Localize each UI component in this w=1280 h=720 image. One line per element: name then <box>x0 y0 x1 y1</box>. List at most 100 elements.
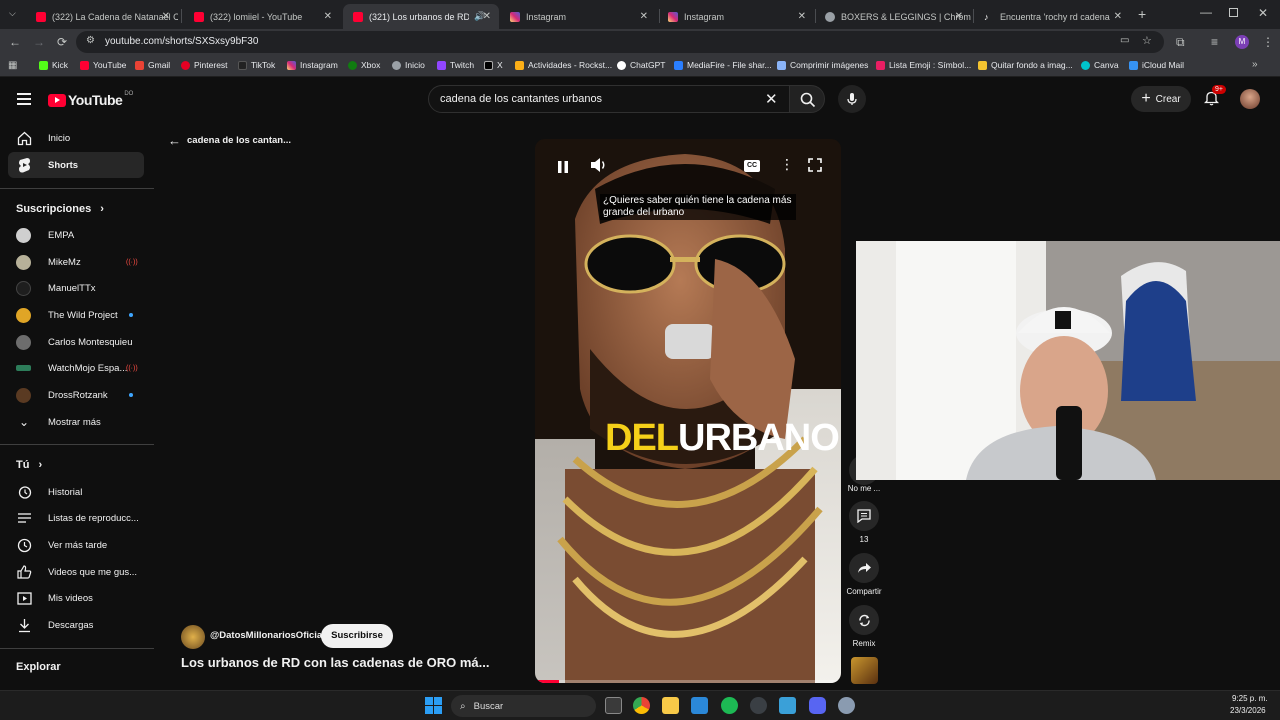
sound-thumbnail[interactable] <box>851 657 878 684</box>
sidebar-item-watch-later[interactable]: Ver más tarde <box>8 532 144 558</box>
bookmark-item[interactable]: YouTube <box>80 60 126 70</box>
bookmark-item[interactable]: Comprimir imágenes <box>777 60 868 70</box>
bookmark-item[interactable]: iCloud Mail <box>1129 60 1184 70</box>
bookmark-item[interactable]: Twitch <box>437 60 474 70</box>
voice-search-button[interactable] <box>838 85 866 113</box>
pause-button[interactable] <box>553 157 573 177</box>
bookmark-item[interactable]: Pinterest <box>181 60 228 70</box>
bookmark-item[interactable]: Lista Emoji : Símbol... <box>876 60 971 70</box>
sidebar-item-my-videos[interactable]: Mis videos <box>8 585 144 611</box>
subscription-item[interactable]: Carlos Montesquieu <box>8 329 144 355</box>
browser-tab[interactable]: (322) lomiiel - YouTube ✕ <box>184 4 340 29</box>
notifications-button[interactable]: 9+ <box>1203 85 1226 110</box>
hamburger-menu-icon[interactable] <box>17 93 31 105</box>
bookmark-item[interactable]: X <box>484 60 503 70</box>
channel-avatar[interactable] <box>181 625 205 649</box>
subscription-item[interactable]: DrossRotzank <box>8 382 144 408</box>
new-tab-button[interactable]: + <box>1138 6 1146 22</box>
clear-search-icon[interactable]: ✕ <box>765 90 778 108</box>
store-icon[interactable] <box>691 697 708 714</box>
settings-icon[interactable] <box>838 697 855 714</box>
subscribe-button[interactable]: Suscribirse <box>321 624 393 648</box>
search-box[interactable]: cadena de los cantantes urbanos ✕ <box>428 85 790 113</box>
bookmark-item[interactable]: MediaFire - File shar... <box>674 60 772 70</box>
tab-search-icon[interactable]: ⌵ <box>9 8 21 20</box>
reload-icon[interactable]: ⟳ <box>57 35 67 49</box>
browser-tab[interactable]: Instagram ✕ <box>500 4 656 29</box>
subscription-item[interactable]: MikeMz ((·)) <box>8 249 144 275</box>
sidebar-item-inicio[interactable]: Inicio <box>8 125 144 151</box>
bookmark-item[interactable]: Quitar fondo a imag... <box>978 60 1073 70</box>
cast-icon[interactable]: ▭ <box>1120 35 1129 46</box>
remix-button[interactable] <box>849 605 879 635</box>
close-icon[interactable]: ✕ <box>798 11 806 22</box>
forward-icon[interactable]: → <box>33 35 45 49</box>
close-icon[interactable]: ✕ <box>640 11 648 22</box>
spotify-icon[interactable] <box>721 697 738 714</box>
bookmark-item[interactable]: Canva <box>1081 60 1119 70</box>
file-explorer-icon[interactable] <box>662 697 679 714</box>
browser-tab-active[interactable]: (321) Los urbanos de RD co 🔊 ✕ <box>343 4 499 29</box>
back-icon[interactable]: ← <box>9 35 21 49</box>
bookmark-item[interactable]: Inicio <box>392 60 425 70</box>
chrome-icon[interactable] <box>633 697 650 714</box>
channel-name[interactable]: @DatosMillonariosOficial <box>210 630 325 641</box>
close-icon[interactable]: ✕ <box>955 11 963 22</box>
subscription-item[interactable]: ManuelTTx <box>8 275 144 301</box>
back-to-search-link[interactable]: ← cadena de los cantan... <box>168 133 291 148</box>
you-heading[interactable]: Tú › <box>16 459 42 471</box>
bookmark-item[interactable]: ChatGPT <box>617 60 665 70</box>
more-options-icon[interactable]: ⋮ <box>780 156 794 173</box>
minimize-button[interactable]: — <box>1200 5 1212 19</box>
share-button[interactable] <box>849 553 879 583</box>
close-icon[interactable]: ✕ <box>483 11 491 22</box>
sidebar-item-liked[interactable]: Videos que me gus... <box>8 559 144 585</box>
close-icon[interactable]: ✕ <box>1114 11 1122 22</box>
account-avatar[interactable] <box>1240 89 1260 109</box>
apps-grid-icon[interactable]: ▦ <box>8 60 17 71</box>
photos-icon[interactable] <box>779 697 796 714</box>
browser-tab[interactable]: BOXERS & LEGGINGS | Chrome ✕ <box>815 4 971 29</box>
close-icon[interactable]: ✕ <box>324 11 332 22</box>
comments-button[interactable] <box>849 501 879 531</box>
taskbar-date[interactable]: 23/3/2026 <box>1230 706 1266 715</box>
subscription-item[interactable]: WatchMojo Espa... ((·)) <box>8 355 144 381</box>
sidebar-item-shorts[interactable]: Shorts <box>8 152 144 178</box>
bookmark-item[interactable]: Gmail <box>135 60 170 70</box>
captions-button[interactable]: CC <box>744 160 760 172</box>
short-video-player[interactable]: CC ⋮ ¿Quieres saber quién tiene la caden… <box>535 139 841 683</box>
sidebar-item-playlists[interactable]: Listas de reproducc... <box>8 505 144 531</box>
site-info-icon[interactable]: ⚙ <box>86 35 95 46</box>
bookmark-item[interactable]: Instagram <box>287 60 338 70</box>
show-more-button[interactable]: ⌄ Mostrar más <box>8 409 144 435</box>
subscription-item[interactable]: The Wild Project <box>8 302 144 328</box>
taskbar-search-box[interactable]: ⌕ Buscar <box>451 695 596 717</box>
sidebar-item-historial[interactable]: Historial <box>8 479 144 505</box>
reading-list-icon[interactable]: ≡ <box>1211 35 1218 49</box>
volume-button[interactable] <box>590 157 608 178</box>
browser-tab[interactable]: (322) La Cadena de Natanael C ✕ <box>26 4 178 29</box>
close-window-button[interactable]: ✕ <box>1258 6 1268 20</box>
video-progress-bar[interactable] <box>535 680 841 683</box>
steam-icon[interactable] <box>750 697 767 714</box>
task-view-icon[interactable] <box>605 697 622 714</box>
bookmark-item[interactable]: Xbox <box>348 60 380 70</box>
bookmark-star-icon[interactable]: ☆ <box>1142 34 1152 47</box>
bookmark-item[interactable]: Actividades - Rockst... <box>515 60 612 70</box>
short-title[interactable]: Los urbanos de RD con las cadenas de ORO… <box>181 655 489 670</box>
bookmark-item[interactable]: TikTok <box>238 60 275 70</box>
start-icon[interactable] <box>425 697 442 714</box>
bookmark-item[interactable]: Kick <box>39 60 68 70</box>
create-button[interactable]: + Crear <box>1131 86 1191 112</box>
close-icon[interactable]: ✕ <box>162 11 170 22</box>
subscriptions-heading[interactable]: Suscripciones › <box>16 203 104 215</box>
profile-avatar[interactable]: M <box>1235 35 1249 49</box>
youtube-logo[interactable]: YouTube DO <box>48 91 133 108</box>
address-bar[interactable]: ⚙ youtube.com/shorts/SXSxsy9bF30 ▭ ☆ <box>76 31 1164 53</box>
search-input[interactable]: cadena de los cantantes urbanos <box>440 93 602 105</box>
browser-tab[interactable]: Instagram ✕ <box>658 4 814 29</box>
extensions-icon[interactable]: ⧉ <box>1176 35 1185 50</box>
restore-button[interactable] <box>1229 8 1238 17</box>
more-bookmarks-icon[interactable]: » <box>1252 59 1258 70</box>
url-text[interactable]: youtube.com/shorts/SXSxsy9bF30 <box>105 36 258 47</box>
